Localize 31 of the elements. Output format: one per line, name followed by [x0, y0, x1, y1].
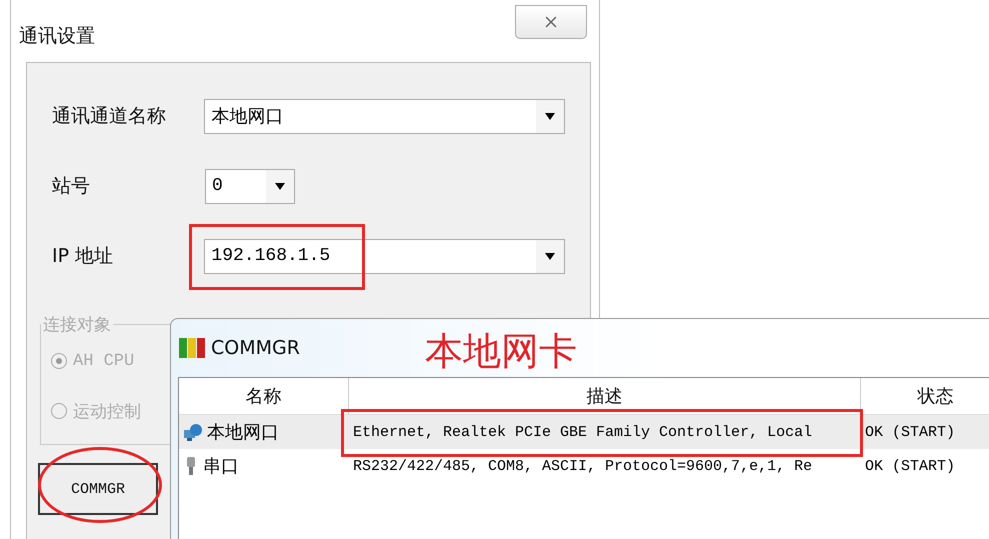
field-label: 站号 — [52, 174, 91, 199]
group-title: 连接对象 — [42, 314, 112, 336]
app-logo-icon — [179, 338, 205, 358]
dialog-title: 通讯设置 — [19, 24, 95, 49]
field-label: IP 地址 — [52, 244, 114, 269]
dropdown-field[interactable]: 0 — [205, 168, 295, 204]
window-title: COMMGR — [211, 337, 300, 359]
commgr-button[interactable]: COMMGR — [38, 463, 158, 515]
device-description: Ethernet, Realtek PCIe GBE Family Controller, Local — [352, 424, 814, 440]
dropdown-arrow-icon — [545, 112, 555, 120]
dropdown-field[interactable]: 192.168.1.5 — [204, 238, 565, 274]
device-name: 本地网口 — [207, 421, 279, 444]
device-status: OK (START) — [864, 424, 956, 440]
column-header[interactable]: 名称 — [179, 378, 349, 414]
device-status: OK (START) — [864, 458, 956, 474]
dropdown-field[interactable]: 本地网口 — [204, 98, 565, 134]
dropdown-arrow-icon — [275, 182, 285, 190]
radio-label: AH CPU — [73, 352, 134, 370]
close-button[interactable] — [515, 5, 587, 39]
field-label: 通讯通道名称 — [52, 104, 167, 129]
radio-button[interactable] — [51, 403, 67, 419]
radio-button[interactable] — [51, 353, 67, 369]
column-header[interactable]: 状态 — [861, 378, 989, 414]
device-description: RS232/422/485, COM8, ASCII, Protocol=9600,7,e,1, Re — [352, 458, 814, 474]
dropdown-arrow-icon — [545, 252, 555, 260]
radio-label: 运动控制 — [73, 402, 141, 422]
network-computer-icon — [183, 422, 203, 442]
annotation-label: 本地网卡 — [425, 328, 577, 375]
device-row[interactable]: 本地网口 Ethernet, Realtek PCIe GBE Family Controller, Local OK (START) — [179, 415, 989, 449]
device-name: 串口 — [203, 455, 239, 478]
column-header[interactable]: 描述 — [349, 378, 861, 414]
